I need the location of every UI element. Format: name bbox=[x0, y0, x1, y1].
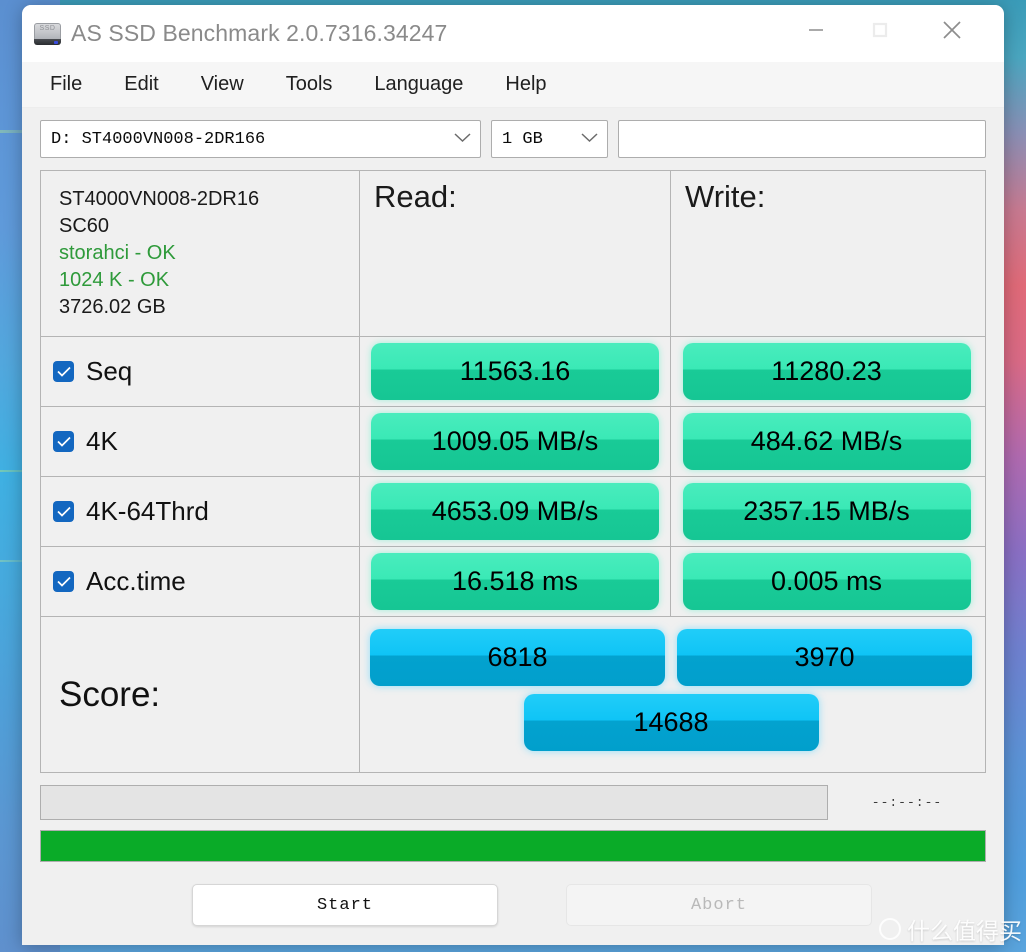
abort-button: Abort bbox=[566, 884, 872, 926]
table-row: Seq 11563.16 11280.23 bbox=[41, 337, 985, 407]
chevron-down-icon bbox=[454, 130, 471, 149]
drive-select-value: D: ST4000VN008-2DR166 bbox=[51, 129, 266, 149]
acctime-read-value: 16.518 ms bbox=[371, 553, 659, 610]
test-name: Acc.time bbox=[86, 566, 186, 596]
test-row-label-acctime: Acc.time bbox=[41, 547, 360, 616]
score-write-value: 3970 bbox=[677, 629, 972, 686]
app-window: SSD AS SSD Benchmark 2.0.7316.34247 File… bbox=[22, 5, 1004, 945]
table-row: 4K 1009.05 MB/s 484.62 MB/s bbox=[41, 407, 985, 477]
menu-item-language[interactable]: Language bbox=[374, 73, 463, 96]
menu-item-view[interactable]: View bbox=[201, 73, 244, 96]
score-values: 6818 3970 14688 bbox=[360, 617, 982, 772]
action-button-row: Start Abort bbox=[40, 884, 986, 926]
score-total-value: 14688 bbox=[523, 694, 819, 751]
4k-read-cell: 1009.05 MB/s bbox=[360, 407, 671, 476]
minimize-button[interactable] bbox=[784, 5, 848, 54]
write-label: Write: bbox=[685, 179, 766, 214]
test-name: 4K-64Thrd bbox=[86, 496, 209, 526]
menu-item-tools[interactable]: Tools bbox=[286, 73, 333, 96]
checkbox-4k[interactable] bbox=[53, 431, 74, 452]
selector-row: D: ST4000VN008-2DR166 1 GB bbox=[40, 108, 986, 158]
test-row-label-4k: 4K bbox=[41, 407, 360, 476]
4k64-read-cell: 4653.09 MB/s bbox=[360, 477, 671, 546]
test-name: Seq bbox=[86, 356, 133, 386]
4k64-read-value: 4653.09 MB/s bbox=[371, 483, 659, 540]
close-button[interactable] bbox=[920, 5, 984, 54]
test-name: 4K bbox=[86, 426, 118, 456]
score-label: Score: bbox=[59, 674, 161, 714]
4k-read-value: 1009.05 MB/s bbox=[371, 413, 659, 470]
4k64-write-value: 2357.15 MB/s bbox=[682, 483, 971, 540]
progress-bar-fill bbox=[41, 831, 985, 861]
seq-write-cell: 11280.23 bbox=[671, 337, 982, 406]
checkbox-seq[interactable] bbox=[53, 361, 74, 382]
menu-item-file[interactable]: File bbox=[50, 73, 82, 96]
table-header-row: ST4000VN008-2DR16 SC60 storahci - OK 102… bbox=[41, 171, 985, 337]
minimize-icon bbox=[809, 28, 823, 31]
score-row: Score: 6818 3970 14688 bbox=[41, 617, 985, 772]
maximize-icon bbox=[872, 22, 888, 37]
menu-item-edit[interactable]: Edit bbox=[124, 73, 158, 96]
check-icon bbox=[56, 366, 71, 377]
drive-driver: storahci - OK bbox=[59, 242, 176, 264]
checkbox-4k-64thrd[interactable] bbox=[53, 501, 74, 522]
check-icon bbox=[56, 436, 71, 447]
main-content: D: ST4000VN008-2DR166 1 GB ST4000VN008-2… bbox=[22, 108, 1004, 945]
note-input[interactable] bbox=[618, 120, 986, 158]
ssd-drive-icon: SSD bbox=[34, 22, 61, 45]
acctime-read-cell: 16.518 ms bbox=[360, 547, 671, 616]
check-icon bbox=[56, 576, 71, 587]
test-row-label-4k64thrd: 4K-64Thrd bbox=[41, 477, 360, 546]
acctime-write-value: 0.005 ms bbox=[682, 553, 971, 610]
table-row: Acc.time 16.518 ms 0.005 ms bbox=[41, 547, 985, 617]
score-label-cell: Score: bbox=[41, 617, 360, 772]
close-icon bbox=[943, 20, 961, 39]
acctime-write-cell: 0.005 ms bbox=[671, 547, 982, 616]
drive-firmware: SC60 bbox=[59, 215, 110, 237]
4k64-write-cell: 2357.15 MB/s bbox=[671, 477, 982, 546]
drive-capacity: 3726.02 GB bbox=[59, 296, 166, 318]
title-bar: SSD AS SSD Benchmark 2.0.7316.34247 bbox=[22, 5, 1004, 62]
maximize-button[interactable] bbox=[848, 5, 912, 54]
size-select-value: 1 GB bbox=[502, 129, 543, 149]
seq-read-value: 11563.16 bbox=[371, 343, 659, 400]
drive-select[interactable]: D: ST4000VN008-2DR166 bbox=[40, 120, 481, 158]
chevron-down-icon bbox=[581, 130, 598, 149]
read-column-header: Read: bbox=[360, 171, 671, 336]
status-text-field bbox=[40, 785, 828, 820]
checkbox-acc-time[interactable] bbox=[53, 571, 74, 592]
score-read-value: 6818 bbox=[370, 629, 665, 686]
read-label: Read: bbox=[374, 179, 457, 214]
drive-model: ST4000VN008-2DR16 bbox=[59, 188, 260, 210]
start-button[interactable]: Start bbox=[192, 884, 498, 926]
size-select[interactable]: 1 GB bbox=[491, 120, 608, 158]
status-row: --:--:-- bbox=[40, 785, 986, 820]
drive-alignment: 1024 K - OK bbox=[59, 269, 170, 291]
write-column-header: Write: bbox=[671, 171, 982, 336]
drive-info-panel: ST4000VN008-2DR16 SC60 storahci - OK 102… bbox=[41, 171, 360, 336]
seq-write-value: 11280.23 bbox=[682, 343, 971, 400]
seq-read-cell: 11563.16 bbox=[360, 337, 671, 406]
check-icon bbox=[56, 506, 71, 517]
elapsed-timer: --:--:-- bbox=[871, 795, 943, 810]
test-row-label-seq: Seq bbox=[41, 337, 360, 406]
results-table: ST4000VN008-2DR16 SC60 storahci - OK 102… bbox=[40, 170, 986, 773]
menu-item-help[interactable]: Help bbox=[505, 73, 546, 96]
progress-bar bbox=[40, 830, 986, 862]
4k-write-cell: 484.62 MB/s bbox=[671, 407, 982, 476]
table-row: 4K-64Thrd 4653.09 MB/s 2357.15 MB/s bbox=[41, 477, 985, 547]
menu-bar: File Edit View Tools Language Help bbox=[22, 62, 1004, 108]
4k-write-value: 484.62 MB/s bbox=[682, 413, 971, 470]
window-title: AS SSD Benchmark 2.0.7316.34247 bbox=[71, 20, 448, 46]
